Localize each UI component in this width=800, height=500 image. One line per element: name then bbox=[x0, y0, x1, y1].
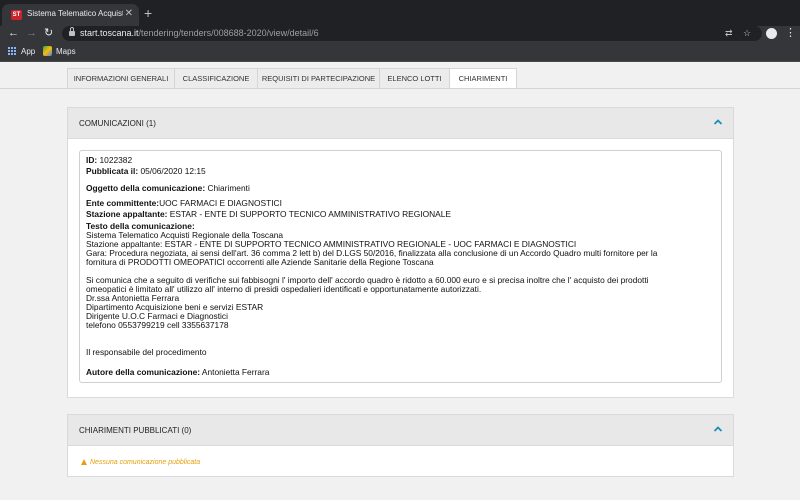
chevron-up-icon[interactable] bbox=[713, 424, 723, 434]
reload-icon[interactable]: ↻ bbox=[44, 26, 53, 41]
lock-icon[interactable] bbox=[69, 27, 75, 37]
warning-icon bbox=[81, 459, 87, 465]
comm-author: Autore della comunicazione: Antonietta F… bbox=[86, 367, 270, 377]
comm-published: Pubblicata il: 05/06/2020 12:15 bbox=[86, 166, 206, 176]
tender-tabs: INFORMAZIONI GENERALI CLASSIFICAZIONE RE… bbox=[67, 68, 517, 89]
comm-client: Ente committente:UOC FARMACI E DIAGNOSTI… bbox=[86, 198, 282, 208]
communication-card: ID: 1022382 Pubblicata il: 05/06/2020 12… bbox=[79, 150, 722, 383]
bookmark-maps[interactable]: Maps bbox=[56, 46, 76, 57]
chiarimenti-header[interactable]: CHIARIMENTI PUBBLICATI (0) bbox=[68, 415, 733, 446]
profile-avatar-icon[interactable] bbox=[766, 28, 777, 39]
url-text: start.toscana.it/tendering/tenders/00868… bbox=[80, 28, 319, 38]
browser-tab-strip: ST Sistema Telematico Acquisti Re ✕ + bbox=[0, 0, 800, 26]
tab-elenco-lotti[interactable]: ELENCO LOTTI bbox=[379, 68, 449, 89]
tab-chiarimenti[interactable]: CHIARIMENTI bbox=[449, 68, 517, 89]
back-icon[interactable]: ← bbox=[8, 26, 19, 41]
forward-icon[interactable]: → bbox=[26, 26, 37, 41]
comunicazioni-header[interactable]: COMUNICAZIONI (1) bbox=[68, 108, 733, 139]
empty-message: Nessuna comunicazione pubblicata bbox=[81, 458, 200, 467]
bookmark-star-icon[interactable]: ☆ bbox=[743, 27, 751, 40]
comunicazioni-title: COMUNICAZIONI (1) bbox=[79, 119, 156, 128]
page-content: INFORMAZIONI GENERALI CLASSIFICAZIONE RE… bbox=[0, 63, 800, 500]
site-favicon-icon: ST bbox=[11, 10, 22, 20]
chiarimenti-panel: CHIARIMENTI PUBBLICATI (0) Nessuna comun… bbox=[67, 414, 734, 477]
comunicazioni-panel: COMUNICAZIONI (1) ID: 1022382 Pubblicata… bbox=[67, 107, 734, 398]
address-bar[interactable]: start.toscana.it/tendering/tenders/00868… bbox=[62, 26, 762, 41]
comm-contracting: Stazione appaltante: ESTAR - ENTE DI SUP… bbox=[86, 209, 451, 219]
chiarimenti-title: CHIARIMENTI PUBBLICATI (0) bbox=[79, 426, 192, 435]
maps-icon[interactable] bbox=[43, 46, 52, 56]
tabs-divider bbox=[0, 88, 800, 89]
browser-tab[interactable]: ST Sistema Telematico Acquisti Re ✕ bbox=[2, 4, 139, 26]
tab-requisiti[interactable]: REQUISITI DI PARTECIPAZIONE bbox=[257, 68, 379, 89]
apps-grid-icon[interactable] bbox=[8, 47, 16, 55]
comm-body-line: telefono 0553799219 cell 3355637178 bbox=[86, 320, 229, 330]
tab-classificazione[interactable]: CLASSIFICAZIONE bbox=[174, 68, 257, 89]
browser-menu-icon[interactable]: ⋮ bbox=[785, 27, 796, 40]
comm-text-line: fornitura di PRODOTTI OMEOPATICI occorre… bbox=[86, 257, 434, 267]
bookmark-app[interactable]: App bbox=[21, 46, 35, 57]
comm-subject: Oggetto della comunicazione: Chiarimenti bbox=[86, 183, 250, 193]
translate-icon[interactable]: ⇄ bbox=[725, 27, 733, 40]
comm-id: ID: 1022382 bbox=[86, 155, 133, 165]
browser-toolbar: ← → ↻ start.toscana.it/tendering/tenders… bbox=[0, 26, 800, 42]
chevron-up-icon[interactable] bbox=[713, 117, 723, 127]
tab-informazioni-generali[interactable]: INFORMAZIONI GENERALI bbox=[67, 68, 174, 89]
tab-close-icon[interactable]: ✕ bbox=[125, 8, 133, 20]
new-tab-icon[interactable]: + bbox=[144, 6, 152, 20]
bookmarks-bar: App Maps bbox=[0, 42, 800, 62]
comm-responsible: Il responsabile del procedimento bbox=[86, 347, 207, 357]
browser-tab-title: Sistema Telematico Acquisti Re bbox=[27, 9, 123, 18]
